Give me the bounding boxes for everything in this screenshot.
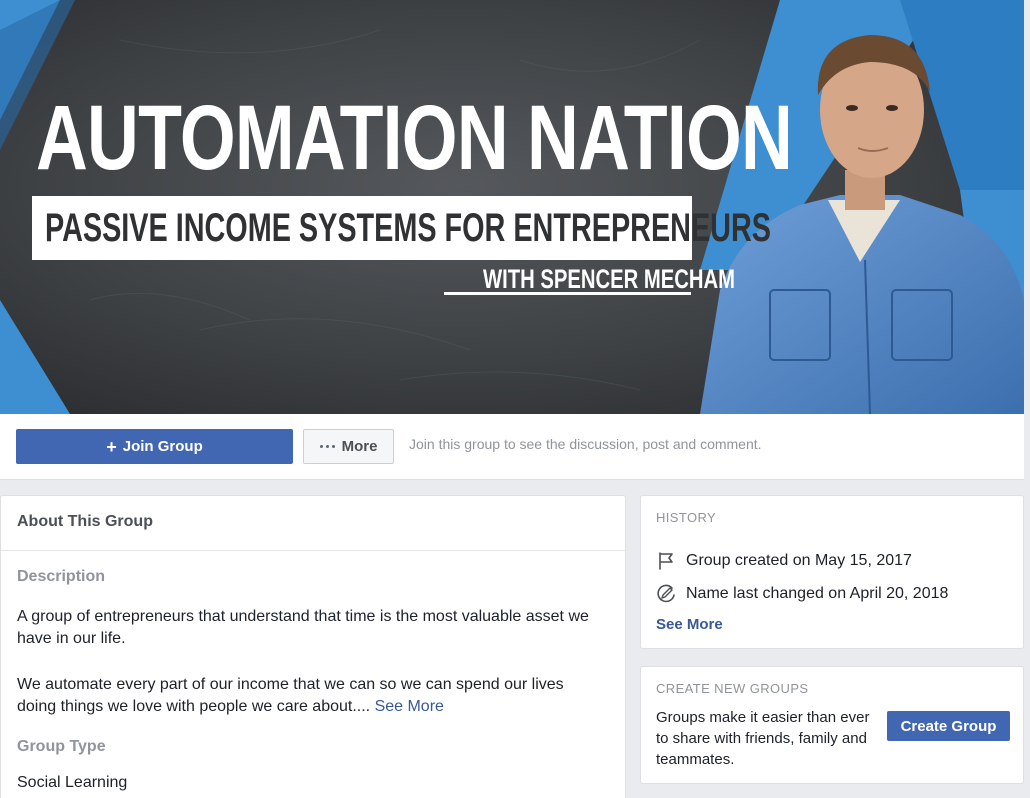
about-group-card: About This Group Description A group of … bbox=[0, 495, 626, 798]
description-paragraph-2: We automate every part of our income tha… bbox=[17, 674, 607, 718]
more-button[interactable]: More bbox=[303, 429, 394, 464]
cover-byline-underline bbox=[444, 292, 691, 295]
description-label: Description bbox=[17, 568, 106, 585]
more-label: More bbox=[341, 438, 378, 455]
description-paragraph-2-text: We automate every part of our income tha… bbox=[17, 676, 564, 715]
history-renamed-row: Name last changed on April 20, 2018 bbox=[655, 583, 948, 605]
history-created-row: Group created on May 15, 2017 bbox=[655, 550, 912, 572]
pencil-icon bbox=[657, 584, 675, 603]
join-hint-text: Join this group to see the discussion, p… bbox=[409, 436, 762, 452]
create-groups-text: Groups make it easier than ever to share… bbox=[656, 709, 870, 768]
history-renamed-text: Name last changed on April 20, 2018 bbox=[686, 585, 949, 602]
history-see-more-link[interactable]: See More bbox=[656, 616, 723, 633]
history-heading: HISTORY bbox=[656, 510, 717, 525]
join-group-label: Join Group bbox=[122, 438, 203, 455]
join-group-button[interactable]: + Join Group bbox=[16, 429, 293, 464]
create-groups-heading: CREATE NEW GROUPS bbox=[656, 681, 809, 696]
create-group-button[interactable]: Create Group bbox=[887, 711, 1010, 741]
cover-byline: WITH SPENCER MECHAM bbox=[483, 264, 735, 294]
create-groups-card: CREATE NEW GROUPS Groups make it easier … bbox=[640, 666, 1024, 784]
group-type-value: Social Learning bbox=[17, 774, 128, 791]
plus-icon: + bbox=[106, 436, 117, 457]
group-type-label: Group Type bbox=[17, 738, 106, 755]
ellipsis-icon bbox=[319, 445, 335, 448]
cover-photo: AUTOMATION NATION PASSIVE INCOME SYSTEMS… bbox=[0, 0, 1024, 414]
history-created-text: Group created on May 15, 2017 bbox=[686, 552, 912, 569]
history-card: HISTORY Group created on May 15, 2017 Na… bbox=[640, 495, 1024, 649]
description-see-more-link[interactable]: See More bbox=[375, 698, 444, 715]
flag-icon bbox=[659, 552, 673, 570]
about-group-heading: About This Group bbox=[1, 496, 625, 551]
description-paragraph-1: A group of entrepreneurs that understand… bbox=[17, 608, 589, 647]
group-action-bar: + Join Group More Join this group to see… bbox=[0, 414, 1024, 480]
cover-subtitle: PASSIVE INCOME SYSTEMS FOR ENTREPRENEURS bbox=[45, 206, 771, 250]
cover-title: AUTOMATION NATION bbox=[36, 87, 793, 189]
